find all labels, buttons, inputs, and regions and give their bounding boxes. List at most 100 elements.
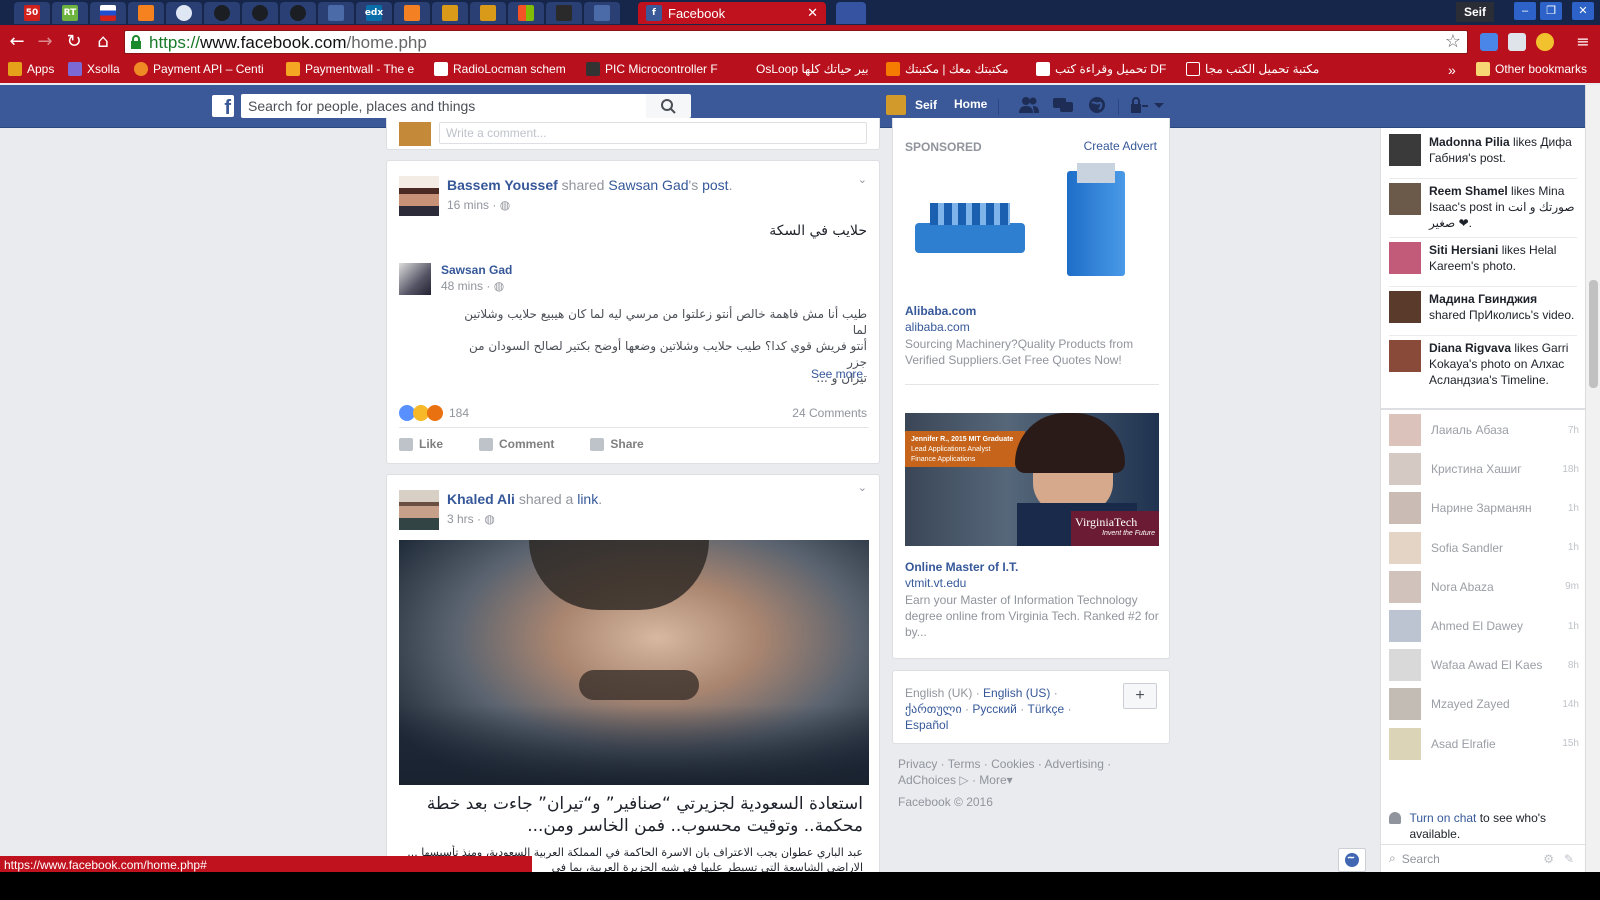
contact-item[interactable]: Mzayed Zayed 14h (1389, 688, 1579, 721)
tab-github-2[interactable] (242, 2, 278, 24)
comment-button[interactable]: Comment (479, 437, 554, 451)
tab-edx[interactable]: edx (356, 2, 392, 24)
like-button[interactable]: Like (399, 437, 443, 451)
ad-virginia-tech-image[interactable]: Jennifer R., 2015 MIT Graduate Lead Appl… (905, 413, 1159, 546)
link-word[interactable]: link (577, 491, 598, 507)
reload-icon[interactable]: ↻ (63, 31, 85, 53)
post-link[interactable]: post (702, 177, 728, 193)
search-input[interactable] (241, 94, 646, 118)
home-icon[interactable]: ⌂ (92, 31, 114, 53)
tab-doc-2[interactable] (584, 2, 620, 24)
more-link[interactable]: More (979, 773, 1006, 787)
tab-soundcloud[interactable] (128, 2, 164, 24)
adchoices-link[interactable]: AdChoices (898, 773, 956, 787)
tab-moon[interactable] (166, 2, 202, 24)
extension-globe-icon[interactable] (1536, 33, 1554, 51)
reactions-summary[interactable]: 184 (399, 405, 469, 421)
ticker-item[interactable]: Madonna Pilia likes Дифа Габния's post. (1389, 134, 1577, 166)
bookmark-radiolocman[interactable]: RadioLocman schem (434, 62, 566, 76)
tab-stack[interactable] (394, 2, 430, 24)
ad-alibaba-image[interactable] (905, 163, 1159, 288)
translate-icon[interactable] (1480, 33, 1498, 51)
profile-button[interactable]: Seif (1455, 2, 1494, 22)
window-close-icon[interactable]: ✕ (1572, 2, 1594, 20)
ad1-domain-link[interactable]: alibaba.com (905, 320, 970, 334)
menu-icon[interactable]: ≡ (1572, 31, 1594, 53)
contact-item[interactable]: Ahmed El Dawey 1h (1389, 610, 1579, 642)
shared-author-link[interactable]: Sawsan Gad (441, 263, 512, 277)
create-advert-link[interactable]: Create Advert (1084, 139, 1157, 153)
tab-doc-1[interactable] (318, 2, 354, 24)
tab-github-3[interactable] (280, 2, 316, 24)
page-scrollbar[interactable] (1585, 85, 1600, 872)
forward-icon[interactable]: → (34, 31, 56, 53)
bookmark-pic[interactable]: PIC Microcontroller F (586, 62, 718, 76)
contact-item[interactable]: Sofia Sandler 1h (1389, 531, 1579, 564)
privacy-link[interactable]: Privacy (898, 757, 937, 771)
turn-on-chat-link[interactable]: Turn on chat (1409, 811, 1476, 825)
language-georgian[interactable]: ქართული (905, 702, 962, 716)
notifications-globe-icon[interactable] (1086, 95, 1108, 115)
account-chevron-down-icon[interactable] (1152, 95, 1166, 115)
ticker-item[interactable]: Мадина Гвинджия shared ПрИколись's video… (1389, 291, 1577, 323)
bookmark-other[interactable]: Other bookmarks (1476, 62, 1587, 76)
contact-item[interactable]: Нарине Зарманян 1h (1389, 492, 1579, 525)
bookmark-payment-api[interactable]: Payment API – Centi (134, 62, 264, 76)
terms-link[interactable]: Terms (948, 757, 981, 771)
profile-link[interactable]: Seif (886, 95, 937, 115)
scrollbar-thumb[interactable] (1589, 280, 1598, 388)
avatar[interactable] (399, 176, 439, 216)
search-button[interactable] (646, 94, 691, 118)
add-language-button[interactable]: + (1123, 683, 1157, 709)
back-icon[interactable]: ← (6, 31, 28, 53)
contact-item[interactable]: Лаиаль Абаза 7h (1389, 414, 1579, 446)
advertising-link[interactable]: Advertising (1045, 757, 1104, 771)
compose-icon[interactable]: ✎ (1564, 852, 1574, 866)
bookmark-pdf-books[interactable]: تحميل وقراءة كتب DF (1036, 62, 1166, 76)
home-link[interactable]: Home (954, 97, 987, 111)
shared-from-link[interactable]: Sawsan Gad (608, 177, 688, 193)
post-options-chevron-icon[interactable]: ⌄ (858, 173, 867, 186)
chat-globe-button[interactable] (1338, 848, 1366, 872)
minimize-icon[interactable]: ‒ (1514, 2, 1536, 20)
language-russian[interactable]: Русский (972, 702, 1017, 716)
ad2-title-link[interactable]: Online Master of I.T. (905, 560, 1018, 574)
restore-icon[interactable]: ❐ (1540, 2, 1562, 20)
author-link[interactable]: Khaled Ali (447, 491, 515, 507)
avatar[interactable] (399, 490, 439, 530)
contact-item[interactable]: Wafaa Awad El Kaes 8h (1389, 649, 1579, 682)
comment-input[interactable]: Write a comment... (439, 122, 867, 144)
bookmark-osloop[interactable]: OsLoop بير حياتك كلها (756, 62, 869, 76)
language-spanish[interactable]: Español (905, 718, 948, 732)
tab-windows[interactable] (508, 2, 544, 24)
ticker-item[interactable]: Diana Rigvava likes Garri Kokaya's photo… (1389, 340, 1577, 388)
ticker-item[interactable]: Siti Hersiani likes Helal Kareem's photo… (1389, 242, 1577, 274)
chat-search-input[interactable]: Search (1402, 852, 1440, 866)
new-tab-button[interactable] (836, 2, 866, 24)
bookmark-paymentwall[interactable]: Paymentwall - The e (286, 62, 414, 76)
ticker-item[interactable]: Reem Shamel likes Mina Isaac's post in ص… (1389, 183, 1577, 231)
bookmark-xsolla[interactable]: Xsolla (68, 62, 120, 76)
comments-count-link[interactable]: 24 Comments (792, 406, 867, 420)
avatar[interactable] (399, 263, 431, 295)
contact-item[interactable]: Asad Elrafie 15h (1389, 727, 1579, 760)
contact-item[interactable]: Кристина Хашиг 18h (1389, 453, 1579, 486)
language-turkish[interactable]: Türkçe (1028, 702, 1065, 716)
link-preview-image[interactable] (399, 540, 869, 785)
tab-flag[interactable] (90, 2, 126, 24)
contact-item[interactable]: Nora Abaza 9m (1389, 570, 1579, 603)
tab-github-1[interactable] (204, 2, 240, 24)
tab-bitcoin-1[interactable] (432, 2, 468, 24)
tab-close-icon[interactable]: ✕ (807, 5, 818, 21)
language-english-us[interactable]: English (US) (983, 686, 1050, 700)
tab-rt[interactable]: RT (52, 2, 88, 24)
shared-post-time[interactable]: 48 mins · ◍ (441, 279, 504, 293)
bookmark-apps[interactable]: Apps (8, 62, 54, 76)
friend-requests-icon[interactable] (1018, 95, 1040, 115)
bookmark-book-library[interactable]: مكتبة تحميل الكتب مجا (1186, 62, 1319, 76)
privacy-lock-icon[interactable] (1128, 95, 1150, 115)
facebook-logo-icon[interactable]: f (212, 95, 234, 119)
tab-bitcoin-2[interactable] (470, 2, 506, 24)
extension-cube-icon[interactable] (1508, 33, 1526, 51)
post-options-chevron-icon[interactable]: ⌄ (858, 481, 867, 494)
